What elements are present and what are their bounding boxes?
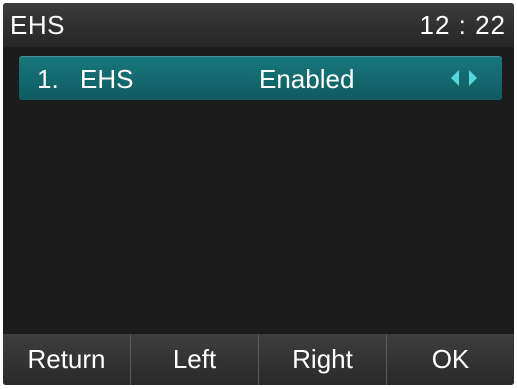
- left-right-arrows-icon[interactable]: [451, 70, 485, 86]
- list-item-label: EHS: [80, 64, 134, 94]
- ok-softkey[interactable]: OK: [387, 334, 514, 385]
- arrow-left-icon[interactable]: [451, 70, 459, 86]
- left-softkey[interactable]: Left: [131, 334, 259, 385]
- phone-screen: EHS 12 : 22 1. EHS Enabled Return Left R…: [3, 3, 514, 385]
- list-item-value[interactable]: Enabled: [259, 64, 354, 94]
- list-item-index: 1.: [37, 64, 59, 94]
- softkey-bar: Return Left Right OK: [3, 334, 514, 385]
- status-bar: EHS 12 : 22: [3, 3, 514, 47]
- return-softkey[interactable]: Return: [3, 334, 131, 385]
- list-item-ehs[interactable]: 1. EHS Enabled: [19, 56, 502, 100]
- right-softkey[interactable]: Right: [259, 334, 387, 385]
- clock: 12 : 22: [419, 10, 506, 40]
- page-title: EHS: [10, 10, 65, 40]
- arrow-right-icon[interactable]: [469, 70, 477, 86]
